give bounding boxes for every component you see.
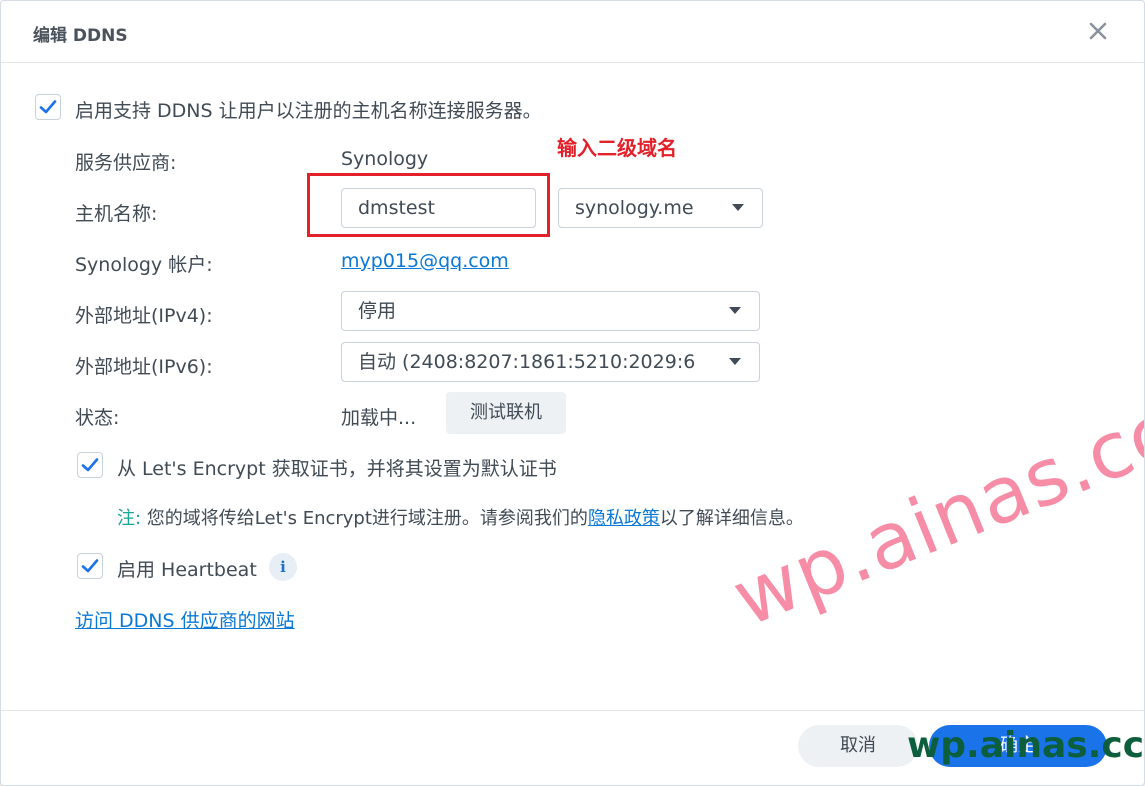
ipv6-select[interactable]: 自动 (2408:8207:1861:5210:2029:6 xyxy=(341,342,760,382)
ipv6-select-value: 自动 (2408:8207:1861:5210:2029:6 xyxy=(358,351,696,373)
provider-value: Synology xyxy=(341,148,429,170)
hostname-highlight-box xyxy=(307,173,550,237)
hostname-label: 主机名称: xyxy=(75,203,158,225)
heartbeat-label: 启用 Heartbeat xyxy=(117,559,257,581)
account-link[interactable]: myp015@qq.com xyxy=(341,250,509,272)
heartbeat-checkbox[interactable] xyxy=(77,553,103,579)
ipv4-select[interactable]: 停用 xyxy=(341,291,760,331)
caret-down-icon xyxy=(723,343,747,381)
watermark-small: wp.ainas.cc xyxy=(907,725,1145,766)
cancel-button[interactable]: 取消 xyxy=(798,725,918,767)
domain-select[interactable]: synology.me xyxy=(558,188,763,228)
test-connection-button[interactable]: 测试联机 xyxy=(446,392,566,434)
dialog-titlebar: 编辑 DDNS xyxy=(1,1,1144,63)
note-text-before: 您的域将传给Let's Encrypt进行域注册。请参阅我们的 xyxy=(141,508,588,529)
note-prefix: 注: xyxy=(117,508,142,529)
enable-ddns-label: 启用支持 DDNS 让用户以注册的主机名称连接服务器。 xyxy=(75,100,542,122)
caret-down-icon xyxy=(723,292,747,330)
ipv6-label: 外部地址(IPv6): xyxy=(75,356,213,378)
enable-ddns-checkbox[interactable] xyxy=(35,94,61,120)
status-value: 加载中... xyxy=(341,407,417,429)
domain-select-value: synology.me xyxy=(575,197,694,219)
checkmark-icon xyxy=(81,559,99,573)
privacy-policy-link[interactable]: 隐私政策 xyxy=(588,508,660,529)
dialog-title: 编辑 DDNS xyxy=(33,26,128,46)
lets-encrypt-label: 从 Let's Encrypt 获取证书，并将其设置为默认证书 xyxy=(117,458,557,480)
lets-encrypt-note: 注: 您的域将传给Let's Encrypt进行域注册。请参阅我们的隐私政策以了… xyxy=(117,504,804,530)
status-label: 状态: xyxy=(75,407,120,429)
edit-ddns-dialog: 编辑 DDNS 启用支持 DDNS 让用户以注册的主机名称连接服务器。 服务供应… xyxy=(0,0,1145,786)
account-label: Synology 帐户: xyxy=(75,254,213,276)
checkmark-icon xyxy=(39,100,57,114)
provider-label: 服务供应商: xyxy=(75,152,177,174)
note-text-after: 以了解详细信息。 xyxy=(659,508,804,529)
close-icon[interactable] xyxy=(1086,19,1110,43)
visit-ddns-provider-link[interactable]: 访问 DDNS 供应商的网站 xyxy=(75,606,295,633)
caret-down-icon xyxy=(726,189,750,227)
callout-annotation: 输入二级域名 xyxy=(557,136,677,160)
info-icon[interactable]: i xyxy=(269,553,297,581)
ipv4-select-value: 停用 xyxy=(358,300,397,322)
info-icon-glyph: i xyxy=(280,558,286,576)
lets-encrypt-checkbox[interactable] xyxy=(77,452,103,478)
ipv4-label: 外部地址(IPv4): xyxy=(75,305,213,327)
checkmark-icon xyxy=(81,458,99,472)
